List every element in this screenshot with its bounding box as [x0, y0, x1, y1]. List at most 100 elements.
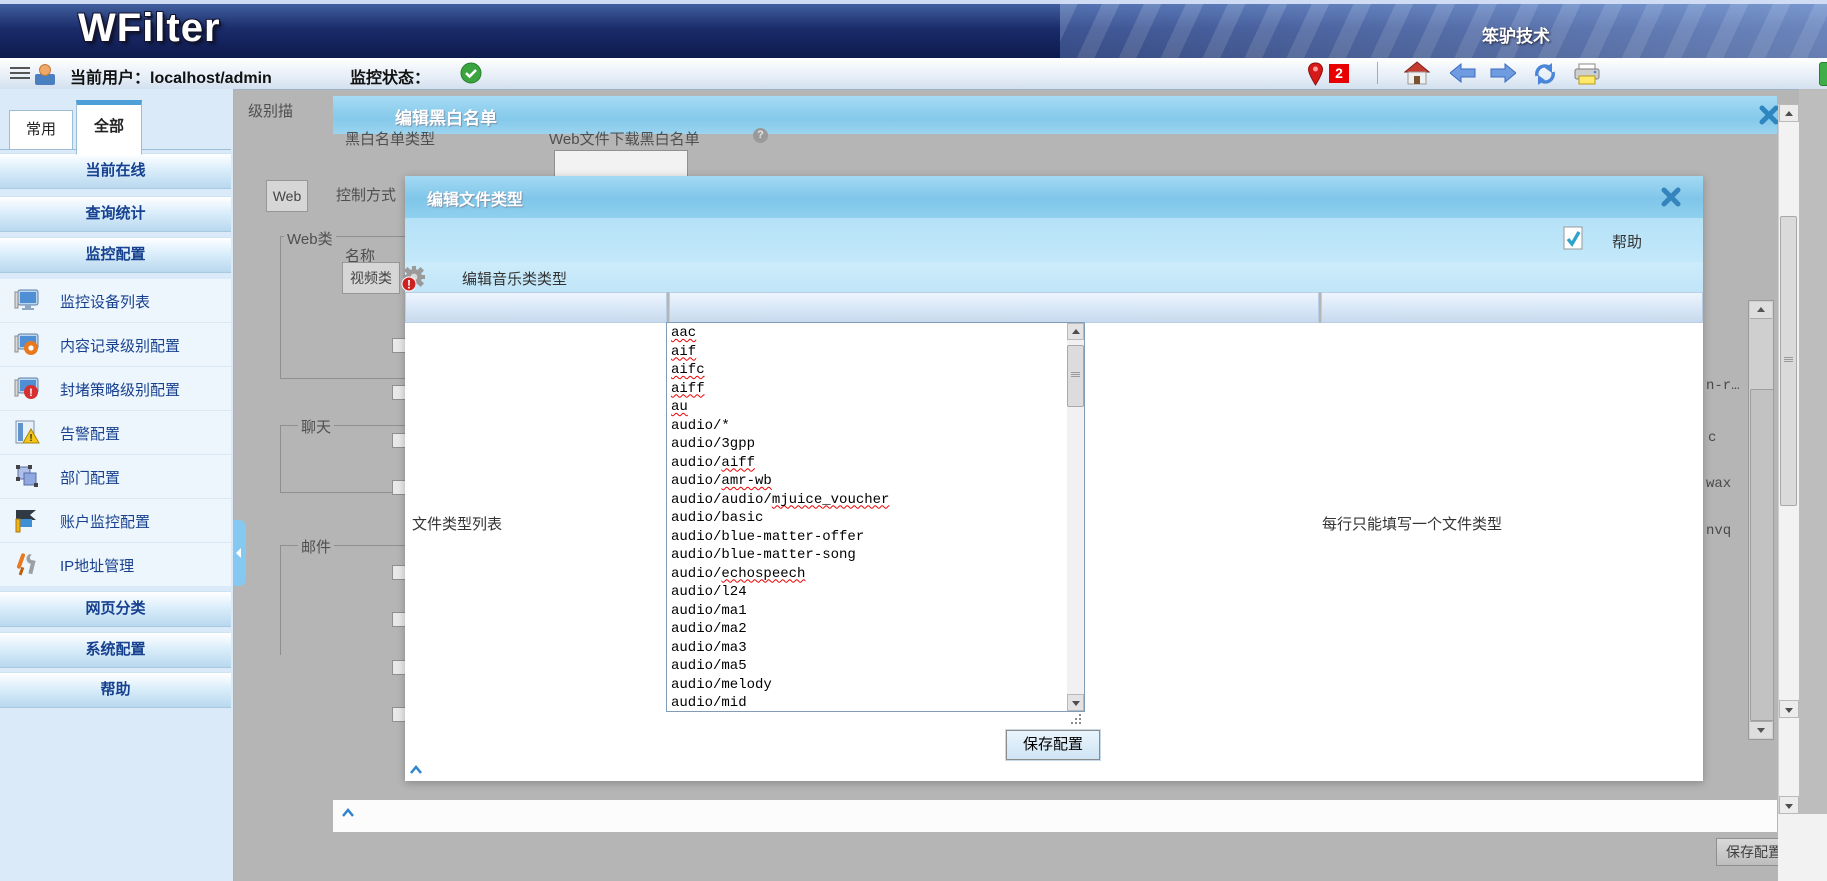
user-icon	[33, 62, 57, 86]
collapse-up-icon[interactable]	[409, 765, 423, 775]
file-type-line: aiff	[671, 380, 1080, 399]
filetype-modal-titlebar: 编辑文件类型	[405, 176, 1703, 218]
alert-count-badge[interactable]: 2	[1329, 64, 1349, 83]
header-cell	[669, 292, 1319, 323]
monitor-alert-icon: !	[14, 375, 40, 401]
group-web-label: Web类	[284, 228, 336, 249]
header-cell	[1321, 292, 1703, 323]
sidebar-item-device-list[interactable]: 监控设备列表	[0, 279, 231, 323]
level-description-label: 级别描	[248, 100, 293, 121]
blacklist-close-icon[interactable]	[1758, 104, 1780, 126]
web-tab-greyed: Web	[266, 180, 308, 212]
sidebar-group-help[interactable]: 帮助	[0, 672, 231, 708]
list-fragment: wax	[1706, 476, 1731, 492]
blacklist-modal-title: 编辑黑白名单	[395, 104, 497, 129]
file-type-line: audio/blue-matter-song	[671, 546, 1080, 565]
filetype-save-button[interactable]: 保存配置	[1006, 730, 1100, 760]
monitor-icon	[14, 287, 40, 313]
sidebar-item-content-level[interactable]: 内容记录级别配置	[0, 323, 231, 367]
group-chat-label: 聊天	[298, 416, 334, 437]
help-link[interactable]: 帮助	[1612, 231, 1642, 252]
filetype-modal-subheader: 帮助	[405, 218, 1703, 263]
sidebar-item-block-level[interactable]: ! 封堵策略级别配置	[0, 367, 231, 411]
help-doc-icon[interactable]	[1563, 226, 1583, 250]
svg-text:!: !	[29, 433, 32, 444]
page-scrollbar-thumb[interactable]	[1780, 216, 1797, 506]
forward-icon[interactable]	[1490, 63, 1516, 83]
file-type-line: audio/ma1	[671, 602, 1080, 621]
department-icon	[14, 463, 40, 489]
monitor-gear-icon	[14, 331, 40, 357]
edge-icon[interactable]	[1819, 62, 1827, 86]
file-type-line: audio/aiff	[671, 454, 1080, 473]
tab-common[interactable]: 常用	[9, 110, 73, 149]
file-type-line: audio/*	[671, 417, 1080, 436]
page-scrollbar[interactable]	[1778, 104, 1799, 814]
alert-pin-icon[interactable]	[1307, 62, 1324, 86]
header-banner: WFilter 笨驴技术	[0, 4, 1827, 58]
filetype-subtitle: 编辑音乐类类型	[462, 268, 567, 289]
sidebar-group-web-category[interactable]: 网页分类	[0, 591, 231, 627]
toolbar: 当前用户：localhost/admin 监控状态： 2	[0, 58, 1827, 90]
greyed-list-scrollbar[interactable]	[1748, 300, 1774, 740]
monitor-status-label: 监控状态：	[350, 64, 430, 88]
file-type-line: aifc	[671, 361, 1080, 380]
file-type-line: audio/blue-matter-offer	[671, 528, 1080, 547]
sidebar-group-online[interactable]: 当前在线	[0, 153, 231, 189]
video-tab-greyed: 视频类	[342, 262, 400, 294]
toolbar-divider	[1377, 62, 1378, 84]
collapse-up-icon[interactable]	[341, 808, 355, 818]
filetype-hint: 每行只能填写一个文件类型	[1322, 513, 1502, 534]
back-icon[interactable]	[1450, 63, 1476, 83]
filetype-subtitle-row: ! 编辑音乐类类型	[405, 262, 1703, 292]
textarea-scrollbar-thumb[interactable]	[1067, 345, 1084, 407]
header-photo-decoration	[1060, 4, 1827, 58]
help-circle-icon: ?	[753, 128, 768, 143]
file-type-line: au	[671, 398, 1080, 417]
doc-warning-icon: !	[14, 419, 40, 445]
file-type-list-textarea[interactable]: aacaifaifcaiffauaudio/*audio/3gppaudio/a…	[666, 322, 1085, 712]
sidebar-collapse-handle[interactable]	[233, 520, 246, 586]
file-type-line: audio/audio/mjuice_voucher	[671, 491, 1080, 510]
file-type-line: audio/ma5	[671, 657, 1080, 676]
print-icon[interactable]	[1574, 63, 1600, 85]
account-flag-icon	[14, 507, 40, 533]
header-cell	[405, 292, 667, 323]
menu-icon[interactable]	[10, 65, 30, 81]
sidebar-group-system-config[interactable]: 系统配置	[0, 632, 231, 668]
blacklist-footer-band	[333, 800, 1777, 832]
list-fragment: nvq	[1706, 523, 1731, 539]
file-type-line: audio/ma2	[671, 620, 1080, 639]
wfilter-logo: WFilter	[78, 6, 221, 51]
list-fragment: c	[1708, 430, 1716, 446]
tab-all[interactable]: 全部	[76, 100, 142, 155]
sidebar-item-department-config[interactable]: 部门配置	[0, 455, 231, 499]
textarea-scrollbar[interactable]	[1067, 323, 1084, 711]
resize-grip-icon[interactable]	[1070, 713, 1083, 726]
file-type-line: audio/melody	[671, 676, 1080, 695]
home-icon[interactable]	[1404, 61, 1430, 86]
file-type-line: aac	[671, 324, 1080, 343]
blacklist-type-value: Web文件下载黑白名单	[549, 128, 700, 149]
wfilter-app: WFilter 笨驴技术 当前用户：localhost/admin 监控状态： …	[0, 0, 1827, 881]
sidebar-group-monitor-config[interactable]: 监控配置	[0, 237, 231, 273]
sidebar-item-ip-management[interactable]: IP地址管理	[0, 543, 231, 586]
sidebar: 常用 全部 当前在线 查询统计 监控配置 监控设备列表 内容记录级别配置 ! 封…	[0, 89, 234, 881]
file-type-line: audio/mid	[671, 694, 1080, 712]
current-user-label: 当前用户：localhost/admin	[70, 64, 272, 88]
sidebar-group-query[interactable]: 查询统计	[0, 196, 231, 232]
file-type-line: aif	[671, 343, 1080, 362]
sidebar-item-account-monitor[interactable]: 账户监控配置	[0, 499, 231, 543]
sidebar-item-alarm-config[interactable]: ! 告警配置	[0, 411, 231, 455]
filetype-close-icon[interactable]	[1660, 186, 1682, 208]
scroll-corner	[1778, 814, 1827, 881]
svg-text:!: !	[29, 387, 33, 399]
svg-text:!: !	[407, 278, 411, 292]
right-edge-strip	[1799, 89, 1827, 814]
gear-warning-icon: !	[399, 263, 429, 293]
blacklist-type-label: 黑白名单类型	[345, 128, 435, 149]
control-mode-label: 控制方式	[336, 184, 396, 205]
refresh-icon[interactable]	[1533, 62, 1557, 86]
file-type-line: audio/echospeech	[671, 565, 1080, 584]
filetype-modal: 编辑文件类型 帮助	[405, 176, 1703, 781]
